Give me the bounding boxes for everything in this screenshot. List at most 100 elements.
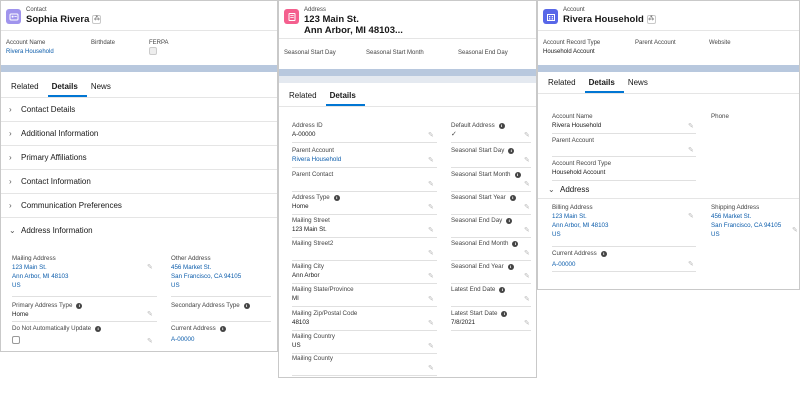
section-address[interactable]: ⌄ Address xyxy=(538,181,799,199)
checkmark-icon[interactable]: ✓ xyxy=(451,131,457,138)
pencil-icon[interactable]: ✎ xyxy=(524,272,530,280)
account-name-link[interactable]: Rivera Household xyxy=(6,47,91,57)
divider-band-light xyxy=(279,76,536,83)
highlight-label: Birthdate xyxy=(91,40,116,46)
primary-address-type-value: Home xyxy=(12,311,29,318)
account-name-value: Rivera Household xyxy=(552,122,602,129)
field-value: 123 Main St. xyxy=(292,226,327,233)
pencil-icon[interactable]: ✎ xyxy=(428,272,434,280)
tab-details[interactable]: Details xyxy=(584,78,624,93)
billing-address-line2[interactable]: Ann Arbor, MI 48103 xyxy=(552,221,608,230)
field-label: Seasonal Start Month xyxy=(451,171,511,178)
mailing-address-line3[interactable]: US xyxy=(12,281,68,290)
address-field: Seasonal End Year i xyxy=(451,263,514,271)
record-type-field-value: Household Account xyxy=(552,169,606,176)
tab-details[interactable]: Details xyxy=(47,82,87,97)
pencil-icon[interactable]: ✎ xyxy=(147,310,153,318)
other-address-line3[interactable]: US xyxy=(171,281,241,290)
pencil-icon[interactable]: ✎ xyxy=(688,260,694,268)
current-address-link[interactable]: A-00000 xyxy=(171,335,226,344)
field-value: ✓ xyxy=(451,130,505,139)
pencil-icon[interactable]: ✎ xyxy=(524,131,530,139)
billing-address-line1[interactable]: 123 Main St. xyxy=(552,212,608,221)
info-icon[interactable]: i xyxy=(514,172,521,178)
tab-related[interactable]: Related xyxy=(285,91,326,106)
pencil-icon[interactable]: ✎ xyxy=(524,249,530,257)
section-contact-information[interactable]: › Contact Information xyxy=(1,170,277,194)
info-icon[interactable]: i xyxy=(501,311,508,317)
info-icon[interactable]: i xyxy=(333,195,340,201)
info-icon[interactable]: i xyxy=(219,326,226,332)
pencil-icon[interactable]: ✎ xyxy=(428,180,434,188)
info-icon[interactable]: i xyxy=(508,148,515,154)
hierarchy-icon[interactable]: ⁂ xyxy=(646,15,656,24)
info-icon[interactable]: i xyxy=(499,287,506,293)
field-label: Mailing City xyxy=(292,263,324,270)
section-additional-information[interactable]: › Additional Information xyxy=(1,122,277,146)
tab-details[interactable]: Details xyxy=(325,91,365,106)
section-communication-preferences[interactable]: › Communication Preferences xyxy=(1,194,277,218)
address-field: Address ID A-00000 xyxy=(292,122,323,139)
pencil-icon[interactable]: ✎ xyxy=(147,337,153,345)
pencil-icon[interactable]: ✎ xyxy=(428,226,434,234)
pencil-icon[interactable]: ✎ xyxy=(428,156,434,164)
section-title: Contact Details xyxy=(21,105,76,114)
shipping-address-line3[interactable]: US xyxy=(711,230,781,239)
pencil-icon[interactable]: ✎ xyxy=(428,203,434,211)
do-not-auto-update-checkbox[interactable] xyxy=(12,336,20,344)
other-address-line2[interactable]: San Francisco, CA 94105 xyxy=(171,272,241,281)
info-icon[interactable]: i xyxy=(512,241,519,247)
hierarchy-icon[interactable]: ⁂ xyxy=(92,15,102,24)
tab-related[interactable]: Related xyxy=(7,82,48,97)
field-value: 7/8/2021 xyxy=(451,319,476,326)
tab-related[interactable]: Related xyxy=(544,78,585,93)
pencil-icon[interactable]: ✎ xyxy=(428,342,434,350)
field-label: Seasonal End Year xyxy=(451,263,504,270)
info-icon[interactable]: i xyxy=(243,303,250,309)
highlight-label: Seasonal Start Day xyxy=(284,50,336,56)
current-address-link[interactable]: A-00000 xyxy=(552,260,607,269)
secondary-address-type-field: Secondary Address Type i xyxy=(171,302,250,310)
info-icon[interactable]: i xyxy=(509,195,516,201)
field-label: Phone xyxy=(711,113,729,120)
pencil-icon[interactable]: ✎ xyxy=(428,295,434,303)
pencil-icon[interactable]: ✎ xyxy=(428,249,434,257)
address-title-line2: Ann Arbor, MI 48103... xyxy=(304,25,403,36)
billing-address-line3[interactable]: US xyxy=(552,230,608,239)
tab-news[interactable]: News xyxy=(624,78,657,93)
pencil-icon[interactable]: ✎ xyxy=(524,226,530,234)
tab-news[interactable]: News xyxy=(87,82,120,97)
pencil-icon[interactable]: ✎ xyxy=(688,146,694,154)
section-address-information[interactable]: ⌄ Address Information xyxy=(1,218,277,242)
info-icon[interactable]: i xyxy=(498,123,505,129)
ferpa-checkbox[interactable] xyxy=(149,47,157,55)
pencil-icon[interactable]: ✎ xyxy=(428,131,434,139)
mailing-address-line2[interactable]: Ann Arbor, MI 48103 xyxy=(12,272,68,281)
pencil-icon[interactable]: ✎ xyxy=(147,263,153,271)
pencil-icon[interactable]: ✎ xyxy=(688,122,694,130)
pencil-icon[interactable]: ✎ xyxy=(792,226,798,234)
shipping-address-line1[interactable]: 456 Market St. xyxy=(711,212,781,221)
mailing-address-line1[interactable]: 123 Main St. xyxy=(12,263,68,272)
info-icon[interactable]: i xyxy=(600,251,607,257)
info-icon[interactable]: i xyxy=(506,218,513,224)
pencil-icon[interactable]: ✎ xyxy=(524,319,530,327)
other-address-line1[interactable]: 456 Market St. xyxy=(171,263,241,272)
info-icon[interactable]: i xyxy=(95,326,102,332)
pencil-icon[interactable]: ✎ xyxy=(688,212,694,220)
field-value[interactable]: Rivera Household xyxy=(292,155,341,164)
highlight-label: FERPA xyxy=(149,40,169,46)
field-label: Primary Address Type xyxy=(12,302,73,309)
pencil-icon[interactable]: ✎ xyxy=(524,295,530,303)
section-contact-details[interactable]: › Contact Details xyxy=(1,98,277,122)
section-primary-affiliations[interactable]: › Primary Affiliations xyxy=(1,146,277,170)
field-label: Seasonal End Day xyxy=(451,217,503,224)
pencil-icon[interactable]: ✎ xyxy=(524,203,530,211)
pencil-icon[interactable]: ✎ xyxy=(428,364,434,372)
pencil-icon[interactable]: ✎ xyxy=(524,156,530,164)
info-icon[interactable]: i xyxy=(76,303,83,309)
info-icon[interactable]: i xyxy=(507,264,514,270)
pencil-icon[interactable]: ✎ xyxy=(428,319,434,327)
shipping-address-line2[interactable]: San Francisco, CA 94105 xyxy=(711,221,781,230)
pencil-icon[interactable]: ✎ xyxy=(524,180,530,188)
